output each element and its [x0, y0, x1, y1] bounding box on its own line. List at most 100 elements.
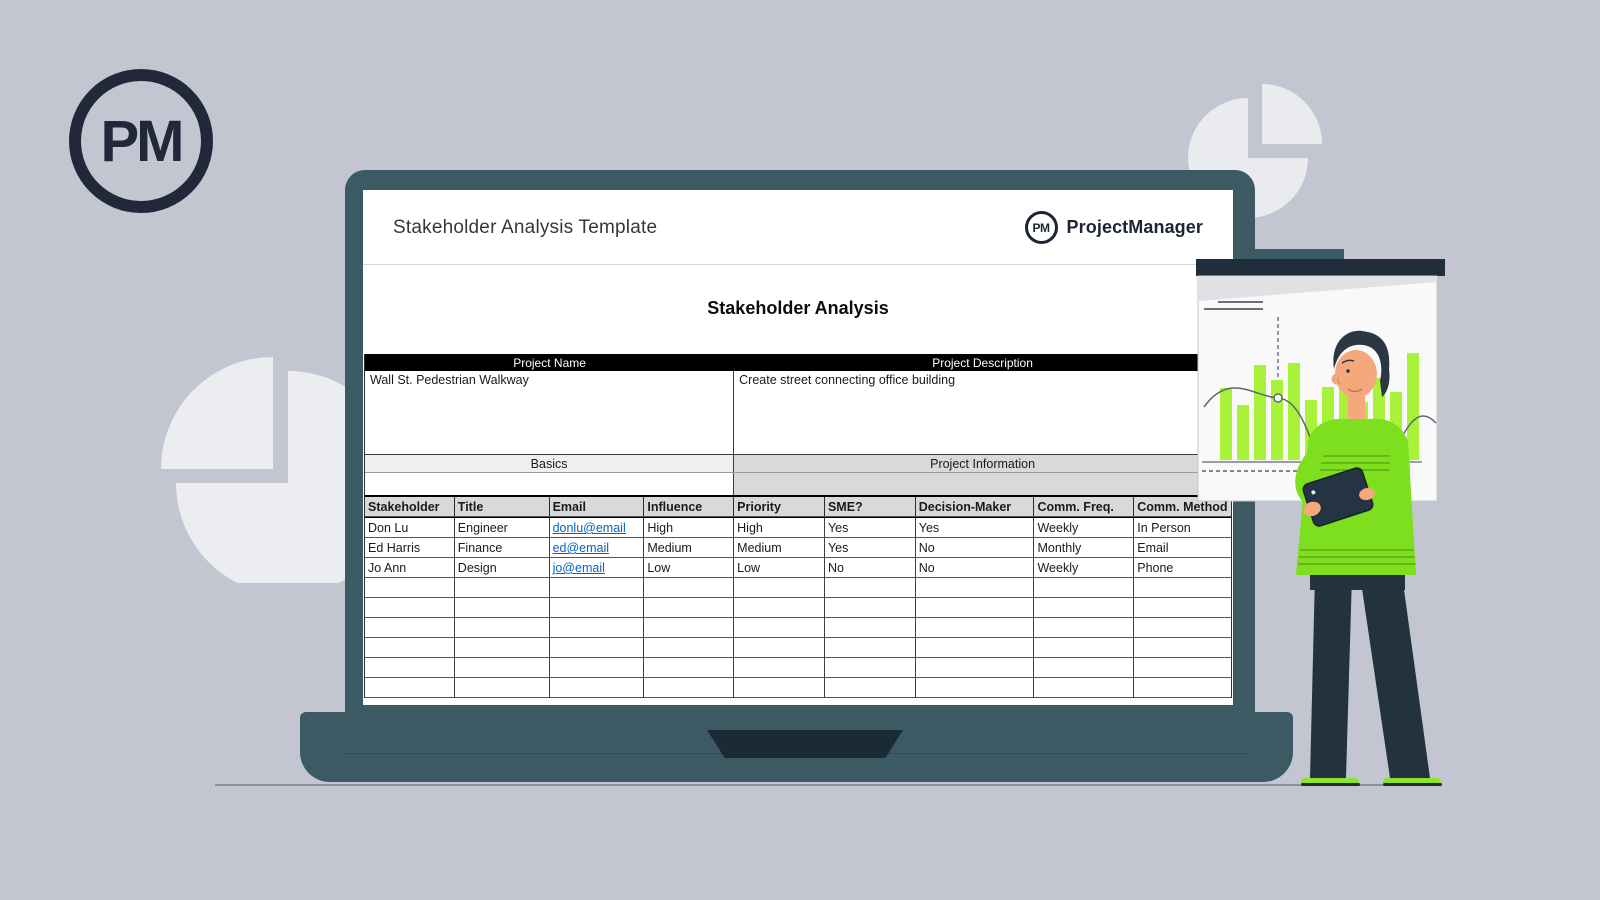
table-cell	[916, 638, 1035, 658]
table-cell: jo@email	[550, 558, 645, 578]
column-header-stakeholder: Stakeholder	[365, 497, 455, 517]
table-cell: Jo Ann	[365, 558, 455, 578]
table-cell	[916, 678, 1035, 698]
table-cell	[365, 618, 455, 638]
table-cell	[825, 638, 916, 658]
column-header-title: Title	[455, 497, 550, 517]
project-value-row: Wall St. Pedestrian Walkway Create stree…	[365, 371, 1231, 455]
table-cell: Engineer	[455, 518, 550, 538]
table-cell	[455, 658, 550, 678]
table-cell	[365, 638, 455, 658]
table-cell: Weekly	[1034, 558, 1134, 578]
table-cell	[1034, 578, 1134, 598]
table-cell	[550, 618, 645, 638]
sheet-topbar: Stakeholder Analysis Template PM Project…	[363, 190, 1233, 265]
section-project-info-label: Project Information	[734, 455, 1231, 472]
table-cell: Medium	[644, 538, 734, 558]
table-cell	[644, 638, 734, 658]
table-cell: High	[644, 518, 734, 538]
person-left-leg	[1310, 575, 1352, 778]
spacer-row	[365, 473, 1231, 495]
column-header-decision-maker: Decision-Maker	[916, 497, 1035, 517]
table-cell	[365, 578, 455, 598]
table-row	[365, 578, 1231, 598]
table-cell	[644, 678, 734, 698]
column-header-comm-freq-: Comm. Freq.	[1034, 497, 1134, 517]
table-cell: donlu@email	[550, 518, 645, 538]
table-cell	[455, 578, 550, 598]
table-cell: Weekly	[1034, 518, 1134, 538]
table-cell: Ed Harris	[365, 538, 455, 558]
email-link[interactable]: jo@email	[553, 561, 605, 575]
table-cell	[550, 578, 645, 598]
person-shoes	[1301, 778, 1442, 786]
table-cell	[1034, 598, 1134, 618]
table-cell	[1034, 618, 1134, 638]
table-cell	[550, 658, 645, 678]
table-cell	[916, 598, 1035, 618]
table-cell	[825, 618, 916, 638]
table-cell	[1034, 678, 1134, 698]
project-label-row: Project Name Project Description	[365, 354, 1231, 371]
email-link[interactable]: donlu@email	[553, 521, 626, 535]
table-cell	[916, 578, 1035, 598]
table-row	[365, 598, 1231, 618]
table-cell: No	[916, 538, 1035, 558]
laptop-base	[300, 712, 1293, 782]
board-top-bar	[1196, 259, 1445, 276]
section-label-row: Basics Project Information	[365, 455, 1231, 473]
table-cell	[455, 678, 550, 698]
table-cell: Design	[455, 558, 550, 578]
table-cell	[734, 658, 825, 678]
table-cell	[455, 598, 550, 618]
table-cell	[916, 658, 1035, 678]
table-cell: Yes	[825, 518, 916, 538]
project-description-label: Project Description	[734, 354, 1231, 371]
column-header-row: StakeholderTitleEmailInfluencePrioritySM…	[365, 495, 1231, 518]
table-cell	[644, 598, 734, 618]
table-cell	[644, 658, 734, 678]
table-cell: Yes	[825, 538, 916, 558]
table-row: Don LuEngineerdonlu@emailHighHighYesYesW…	[365, 518, 1231, 538]
email-link[interactable]: ed@email	[553, 541, 609, 555]
table-cell	[365, 678, 455, 698]
table-row: Jo AnnDesignjo@emailLowLowNoNoWeeklyPhon…	[365, 558, 1231, 578]
table-cell	[550, 678, 645, 698]
column-header-priority: Priority	[734, 497, 825, 517]
table-row: Ed HarrisFinanceed@emailMediumMediumYesN…	[365, 538, 1231, 558]
presenter-illustration	[1160, 245, 1460, 793]
table-cell: No	[916, 558, 1035, 578]
section-basics-label: Basics	[365, 455, 734, 472]
table-cell	[644, 618, 734, 638]
table-cell	[825, 658, 916, 678]
table-cell: Monthly	[1034, 538, 1134, 558]
table-cell	[825, 678, 916, 698]
table-cell	[550, 638, 645, 658]
table-cell	[455, 618, 550, 638]
table-cell	[734, 618, 825, 638]
table-cell	[734, 578, 825, 598]
table-row	[365, 638, 1231, 658]
spreadsheet-window: Stakeholder Analysis Template PM Project…	[363, 190, 1233, 705]
projectmanager-logo-icon: PM	[1025, 211, 1058, 244]
column-header-email: Email	[550, 497, 645, 517]
table-cell: Low	[734, 558, 825, 578]
sheet-title: Stakeholder Analysis	[363, 298, 1233, 319]
person-right-leg	[1360, 575, 1430, 778]
table-row	[365, 618, 1231, 638]
table-cell	[1034, 658, 1134, 678]
pm-logo-badge: PM	[69, 69, 213, 213]
column-header-influence: Influence	[644, 497, 734, 517]
table-cell: Finance	[455, 538, 550, 558]
table-cell	[916, 618, 1035, 638]
table-cell: ed@email	[550, 538, 645, 558]
table-body: Don LuEngineerdonlu@emailHighHighYesYesW…	[365, 518, 1231, 698]
table-cell	[455, 638, 550, 658]
project-name-value: Wall St. Pedestrian Walkway	[365, 371, 734, 454]
board-curve-marker	[1274, 394, 1282, 402]
table-cell	[1034, 638, 1134, 658]
table-cell: Medium	[734, 538, 825, 558]
table-cell: High	[734, 518, 825, 538]
stakeholder-table: Project Name Project Description Wall St…	[364, 354, 1232, 698]
projectmanager-logo-initials: PM	[1033, 221, 1050, 235]
